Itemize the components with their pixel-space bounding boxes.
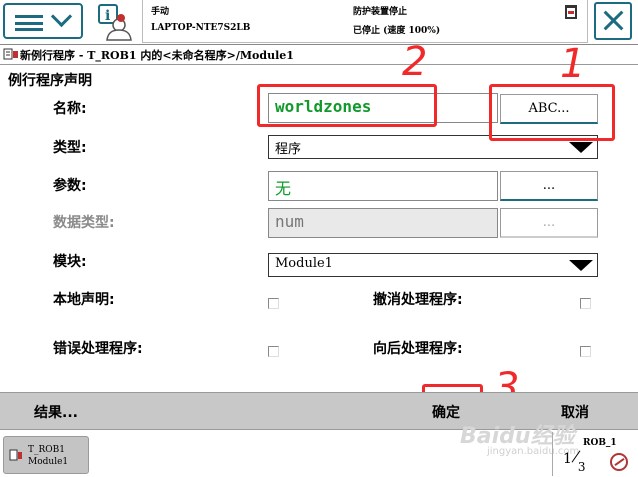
routine-icon (3, 48, 18, 60)
type-value: 程序 (275, 142, 302, 157)
divider (0, 44, 638, 45)
speed-icon (610, 453, 628, 471)
params-field[interactable]: 无 (268, 171, 498, 201)
breadcrumb: 新例行程序 - T_ROB1 内的<未命名程序>/Module1 (20, 49, 294, 62)
error-handler-checkbox[interactable] (268, 346, 279, 357)
hamburger-icon (15, 15, 43, 31)
operating-mode: 手动 (151, 7, 170, 17)
ok-button[interactable]: 确定 (432, 402, 460, 422)
undo-handler-label: 撤消处理程序: (373, 292, 463, 308)
backward-handler-checkbox[interactable] (580, 346, 591, 357)
event-log-icon[interactable] (565, 5, 577, 19)
status-panel[interactable]: 手动 LAPTOP-NTE7S2LB 防护装置停止 已停止 (速度 100%) (142, 0, 588, 43)
module-dropdown[interactable]: Module1 (268, 253, 598, 277)
datatype-field: num (268, 208, 498, 238)
svg-text:i: i (105, 8, 110, 24)
annotation-mark-1: 1 (560, 41, 586, 87)
error-handler-label: 错误处理程序: (53, 341, 143, 357)
dropdown-arrow-icon (569, 142, 593, 153)
backward-handler-label: 向后处理程序: (373, 341, 463, 357)
annotation-box-abc (489, 84, 615, 141)
divider (0, 64, 638, 65)
local-declaration-label: 本地声明: (53, 292, 115, 308)
robot-label: ROB_1 (583, 438, 617, 448)
undo-handler-checkbox[interactable] (580, 298, 591, 309)
run-status: 已停止 (速度 100%) (353, 26, 441, 36)
dropdown-arrow-icon (569, 260, 593, 271)
datatype-label: 数据类型: (53, 215, 115, 231)
datatype-button: ... (500, 208, 598, 238)
section-title: 例行程序声明 (8, 73, 92, 89)
params-label: 参数: (53, 178, 87, 194)
top-bar: i 手动 LAPTOP-NTE7S2LB 防护装置停止 已停止 (速度 100%… (0, 0, 638, 44)
safety-status: 防护装置停止 (353, 7, 408, 17)
task-tab-title: T_ROB1 (28, 445, 65, 455)
controller-name: LAPTOP-NTE7S2LB (151, 23, 251, 33)
annotation-mark-2: 2 (402, 39, 428, 85)
screen: i 手动 LAPTOP-NTE7S2LB 防护装置停止 已停止 (速度 100%… (0, 0, 638, 477)
task-tab-module1[interactable]: T_ROB1 Module1 (3, 436, 89, 474)
close-button[interactable] (594, 2, 632, 40)
local-declaration-checkbox[interactable] (268, 298, 279, 309)
routine-icon (9, 449, 22, 461)
main-menu-button[interactable] (3, 3, 83, 39)
module-value: Module1 (275, 256, 333, 271)
results-button[interactable]: 结果... (34, 402, 78, 422)
name-label: 名称: (53, 101, 87, 117)
params-button[interactable]: ... (500, 171, 598, 201)
chevron-down-icon (50, 5, 73, 28)
quickset-panel[interactable]: ROB_1 13 (552, 432, 636, 476)
operator-info-icon[interactable]: i (97, 3, 133, 41)
module-label: 模块: (53, 254, 87, 270)
annotation-box-name (257, 84, 437, 127)
type-label: 类型: (53, 140, 87, 156)
task-tab-subtitle: Module1 (28, 457, 69, 467)
